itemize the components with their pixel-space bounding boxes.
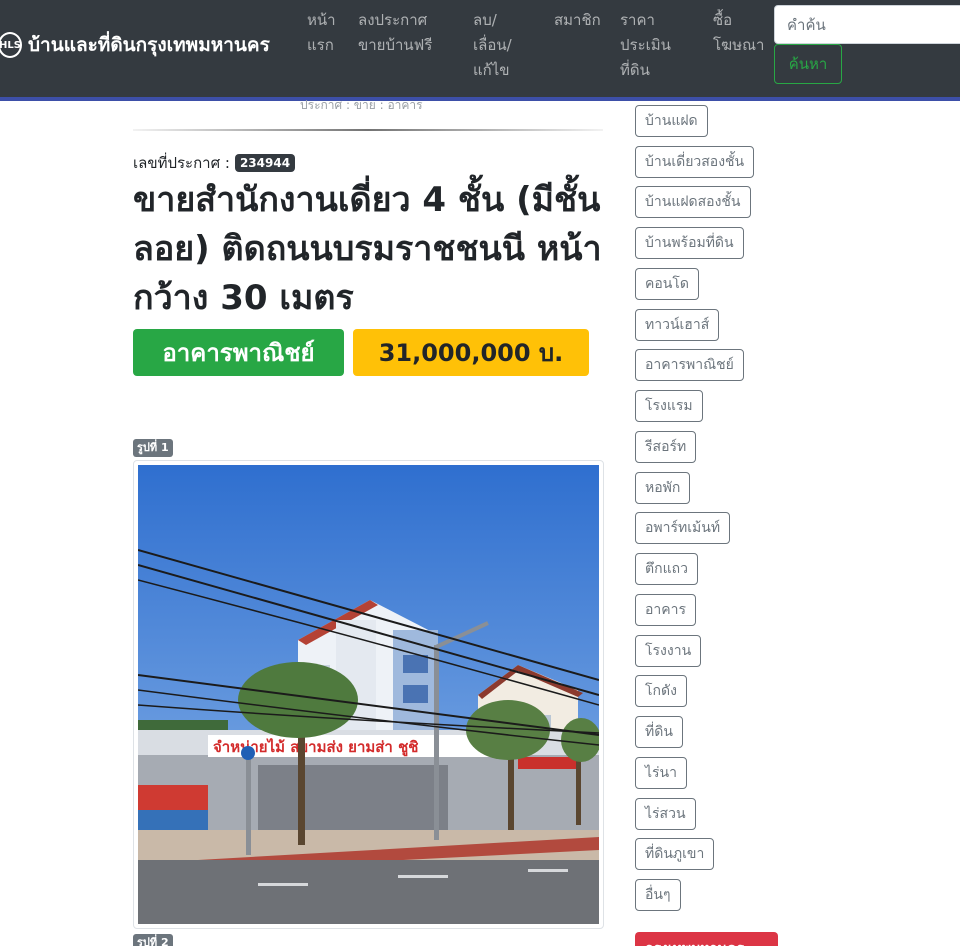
announcement-label: เลขที่ประกาศ : xyxy=(133,154,230,172)
category-resort[interactable]: รีสอร์ท xyxy=(635,431,697,463)
search-button[interactable]: ค้นหา xyxy=(774,44,842,84)
category-dormitory[interactable]: หอพัก xyxy=(635,472,691,504)
announcement-id-badge: 234944 xyxy=(234,154,296,172)
building-photo: จำหน่ายไม้ สยามส่ง ยามส่า ชูชิ xyxy=(138,465,599,924)
category-condo[interactable]: คอนโด xyxy=(635,268,699,300)
category-semi-detached-2-storey[interactable]: บ้านแฝดสองชั้น xyxy=(635,186,751,218)
price-badge: 31,000,000 บ. xyxy=(353,329,589,376)
category-rice-field[interactable]: ไร่นา xyxy=(635,757,687,789)
search-input[interactable] xyxy=(774,5,960,44)
category-hotel[interactable]: โรงแรม xyxy=(635,390,703,422)
top-navbar: HLS บ้านและที่ดินกรุงเทพมหานคร หน้า แรก … xyxy=(0,0,960,101)
nav-member[interactable]: สมาชิก xyxy=(554,8,610,33)
breadcrumb: ประกาศ : ขาย : อาคาร xyxy=(300,98,423,112)
nav-land-price[interactable]: ราคา ประเมิน ที่ดิน xyxy=(620,8,680,83)
category-orchard[interactable]: ไร่สวน xyxy=(635,798,696,830)
category-others[interactable]: อื่นๆ xyxy=(635,879,681,911)
category-semi-detached[interactable]: บ้านแฝด xyxy=(635,105,708,137)
category-shophouse[interactable]: ตึกแถว xyxy=(635,553,698,585)
divider xyxy=(133,129,603,131)
province-button[interactable]: กรุงเทพมหานคร xyxy=(635,932,778,946)
nav-home[interactable]: หน้า แรก xyxy=(307,8,341,58)
building-photo-illustration: จำหน่ายไม้ สยามส่ง ยามส่า ชูชิ xyxy=(138,465,599,924)
category-building[interactable]: อาคาร xyxy=(635,594,697,626)
site-logo-icon: HLS xyxy=(0,32,22,58)
nav-buy-ads[interactable]: ซื้อ โฆษณา xyxy=(713,8,767,58)
photo-2-label: รูปที่ 2 xyxy=(133,934,173,946)
category-house-with-land[interactable]: บ้านพร้อมที่ดิน xyxy=(635,227,744,259)
listing-photo[interactable]: จำหน่ายไม้ สยามส่ง ยามส่า ชูชิ xyxy=(133,460,604,929)
category-commercial-building[interactable]: อาคารพาณิชย์ xyxy=(635,349,744,381)
category-warehouse[interactable]: โกดัง xyxy=(635,675,687,707)
category-detached-2-storey[interactable]: บ้านเดี่ยวสองชั้น xyxy=(635,146,755,178)
brand-name: บ้านและที่ดินกรุงเทพมหานคร xyxy=(28,34,270,56)
category-apartment[interactable]: อพาร์ทเม้นท์ xyxy=(635,512,731,544)
category-factory[interactable]: โรงงาน xyxy=(635,635,702,667)
nav-delete-edit[interactable]: ลบ/ เลื่อน/ แก้ไข xyxy=(473,8,523,83)
property-type-badge: อาคารพาณิชย์ xyxy=(133,329,344,376)
nav-post-free[interactable]: ลงประกาศ ขายบ้านฟรี xyxy=(358,8,458,58)
announcement-row: เลขที่ประกาศ : 234944 xyxy=(133,151,296,175)
listing-title: ขายสำนักงานเดี่ยว 4 ชั้น (มีชั้นลอย) ติด… xyxy=(133,180,602,318)
brand-link[interactable]: HLS บ้านและที่ดินกรุงเทพมหานคร xyxy=(0,30,270,60)
category-land[interactable]: ที่ดิน xyxy=(635,716,683,748)
photo-1-label: รูปที่ 1 xyxy=(133,439,173,457)
category-mountain-land[interactable]: ที่ดินภูเขา xyxy=(635,838,715,870)
category-townhouse[interactable]: ทาวน์เฮาส์ xyxy=(635,309,720,341)
